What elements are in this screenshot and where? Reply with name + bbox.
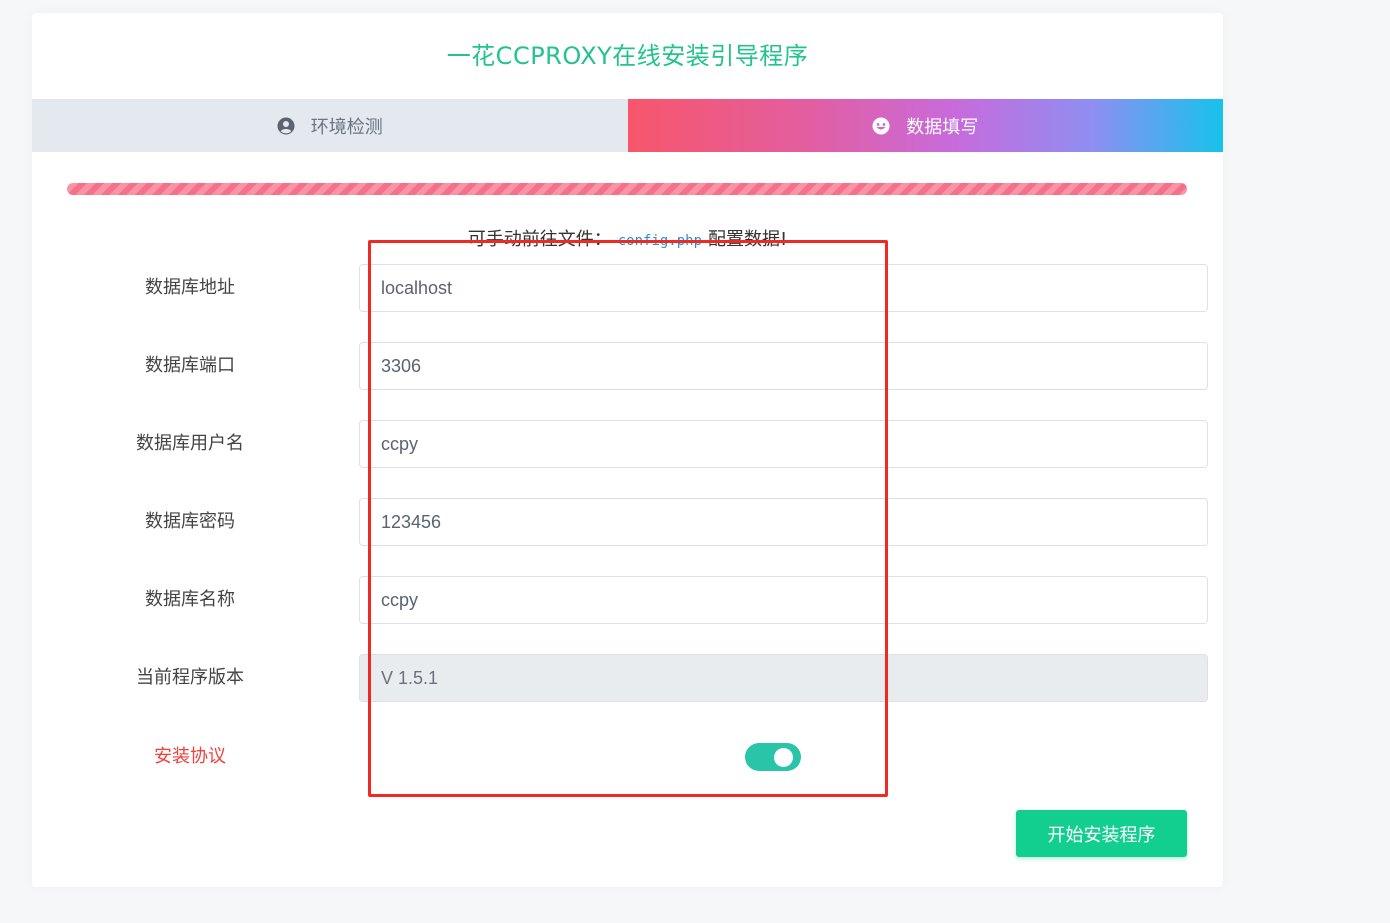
agreement-toggle[interactable] [745,743,801,771]
tab-data-fill[interactable]: 数据填写 [627,99,1223,152]
install-card: 一花CCPROXY在线安装引导程序 环境检测 数据填写 可手动前往文件： conf… [32,13,1223,887]
tab-environment-label: 环境检测 [310,116,383,138]
hint-config-file: config.php [617,233,703,249]
form-row-version: 当前程序版本 [32,654,1223,702]
db-host-input[interactable] [359,264,1208,312]
agreement-link[interactable]: 安装协议 [90,733,290,781]
form-row-agreement: 安装协议 [32,733,1223,781]
toggle-knob [774,748,793,767]
db-port-label: 数据库端口 [145,355,235,376]
db-host-label: 数据库地址 [145,277,235,298]
form-row-db-user: 数据库用户名 [32,420,1223,468]
user-circle-icon [277,117,295,134]
install-progress-bar [67,183,1187,195]
db-user-input[interactable] [359,420,1208,468]
smile-icon [872,117,890,134]
db-password-input[interactable] [359,498,1208,546]
form-row-db-port: 数据库端口 [32,342,1223,390]
config-hint: 可手动前往文件： config.php 配置数据! [32,225,1223,251]
form-row-db-host: 数据库地址 [32,264,1223,312]
db-user-label: 数据库用户名 [136,433,244,454]
form-row-db-name: 数据库名称 [32,576,1223,624]
form-row-db-password: 数据库密码 [32,498,1223,546]
db-port-input[interactable] [359,342,1208,390]
db-password-label: 数据库密码 [145,511,235,532]
tab-environment-check[interactable]: 环境检测 [32,99,628,152]
version-label: 当前程序版本 [136,667,244,688]
step-tabs: 环境检测 数据填写 [32,99,1223,152]
start-install-button[interactable]: 开始安装程序 [1016,810,1187,857]
page-title: 一花CCPROXY在线安装引导程序 [446,42,809,70]
db-name-input[interactable] [359,576,1208,624]
db-name-label: 数据库名称 [145,589,235,610]
hint-suffix: 配置数据! [708,229,788,250]
version-input [359,654,1208,702]
hint-prefix: 可手动前往文件： [467,229,612,250]
progress-fill [67,183,1187,195]
tab-data-label: 数据填写 [906,116,979,138]
